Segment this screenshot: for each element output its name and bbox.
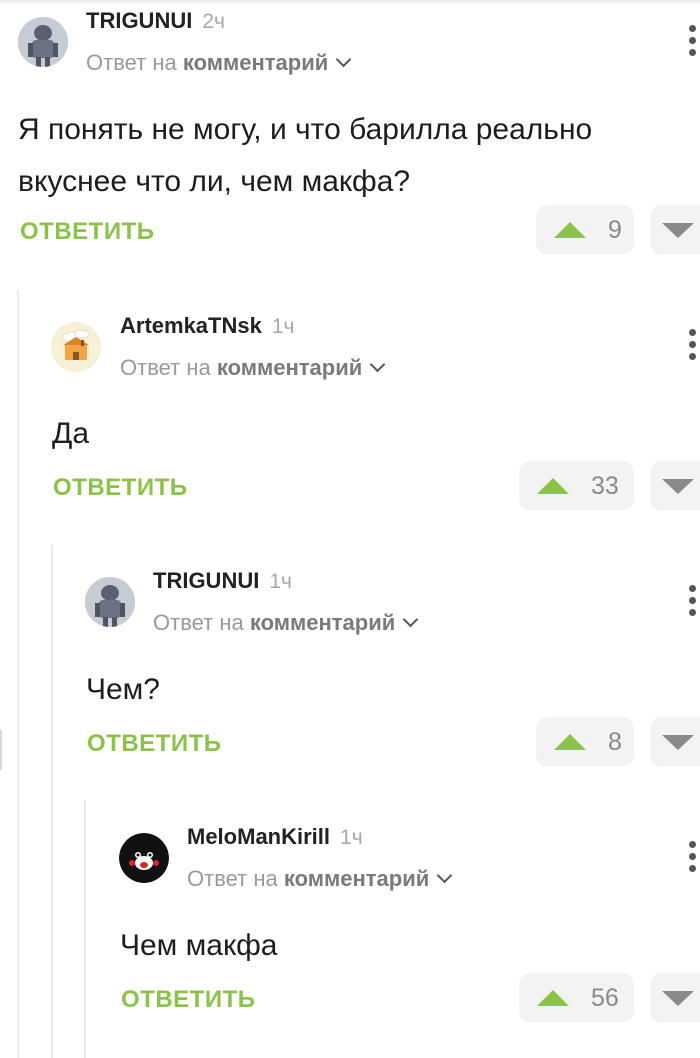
comment-time: 2ч [202,10,225,33]
upvote-button[interactable]: 8 [536,717,634,767]
comment-text-line: Да [52,417,90,450]
comment-text: Я понять не могу, и что барилла реально … [18,104,592,208]
bear-avatar-icon[interactable] [119,833,169,883]
comment-text-line: вкуснее что ли, чем макфа? [18,165,411,198]
reply-to-target[interactable]: комментарий [250,610,395,635]
thread-line-level-1 [17,290,19,1058]
reply-button[interactable]: ОТВЕТИТЬ [20,218,155,246]
more-options-icon[interactable] [688,329,696,360]
comment-text: Чем? [86,664,160,716]
author-name[interactable]: TRIGUNUI [86,8,192,33]
robot-avatar-icon[interactable] [85,577,135,627]
downvote-arrow-icon [662,223,694,238]
reply-to-link[interactable]: Ответ на комментарий [86,50,352,76]
reply-to-target[interactable]: комментарий [284,866,429,891]
comment-time: 1ч [271,315,295,338]
upvote-arrow-icon [537,990,569,1006]
reply-button[interactable]: ОТВЕТИТЬ [53,474,188,502]
reply-to-prefix: Ответ на [153,610,244,635]
vote-count: 33 [591,471,619,500]
downvote-arrow-icon [662,479,694,494]
house-avatar-icon[interactable] [51,322,101,372]
comment-time: 1ч [269,570,292,593]
vote-count: 9 [608,215,622,244]
comment-author[interactable]: TRIGUNUI 1ч [153,568,292,594]
downvote-button[interactable] [650,461,700,511]
vote-count: 8 [608,727,622,756]
comment-author[interactable]: MeloManKirill 1ч [187,824,363,850]
more-options-icon[interactable] [688,585,696,616]
chevron-down-icon[interactable] [403,611,419,628]
chevron-down-icon[interactable] [437,867,453,884]
thread-line-level-3 [84,800,86,1058]
reply-to-link[interactable]: Ответ на комментарий [153,610,419,636]
author-name[interactable]: MeloManKirill [187,824,330,849]
chevron-down-icon[interactable] [370,356,386,373]
reply-to-target[interactable]: комментарий [183,50,328,75]
comment-text-line: Чем макфа [120,929,278,962]
upvote-arrow-icon [554,222,586,238]
author-name[interactable]: ArtemkaTNsk [120,313,262,338]
downvote-button[interactable] [650,205,700,255]
comment-text-line: Я понять не могу, и что барилла реально [18,113,593,146]
upvote-arrow-icon [537,478,569,494]
downvote-arrow-icon [662,735,694,750]
scroll-stub [0,730,2,770]
reply-to-prefix: Ответ на [187,866,278,891]
more-options-icon[interactable] [688,841,696,872]
thread-line-level-2 [51,545,53,1058]
downvote-button[interactable] [650,973,700,1023]
reply-to-prefix: Ответ на [120,355,211,380]
reply-button[interactable]: ОТВЕТИТЬ [87,730,222,758]
chevron-down-icon[interactable] [336,51,352,68]
reply-button[interactable]: ОТВЕТИТЬ [121,986,256,1014]
downvote-button[interactable] [650,717,700,767]
top-shadow [0,0,700,6]
reply-to-target[interactable]: комментарий [217,355,362,380]
comment-time: 1ч [340,826,363,849]
upvote-button[interactable]: 56 [519,973,634,1023]
comment-author[interactable]: ArtemkaTNsk 1ч [120,313,294,339]
comment-text: Да [52,408,89,460]
downvote-arrow-icon [662,991,694,1006]
reply-to-link[interactable]: Ответ на комментарий [120,355,386,381]
vote-count: 56 [591,983,619,1012]
upvote-button[interactable]: 33 [519,461,634,511]
reply-to-prefix: Ответ на [86,50,177,75]
reply-to-link[interactable]: Ответ на комментарий [187,866,453,892]
more-options-icon[interactable] [688,25,696,56]
upvote-button[interactable]: 9 [536,205,634,255]
author-name[interactable]: TRIGUNUI [153,568,259,593]
comment-text-line: Чем? [86,673,160,706]
comment-text: Чем макфа [120,920,277,972]
upvote-arrow-icon [554,734,586,750]
comment-author[interactable]: TRIGUNUI 2ч [86,8,225,34]
robot-avatar-icon[interactable] [18,17,68,67]
